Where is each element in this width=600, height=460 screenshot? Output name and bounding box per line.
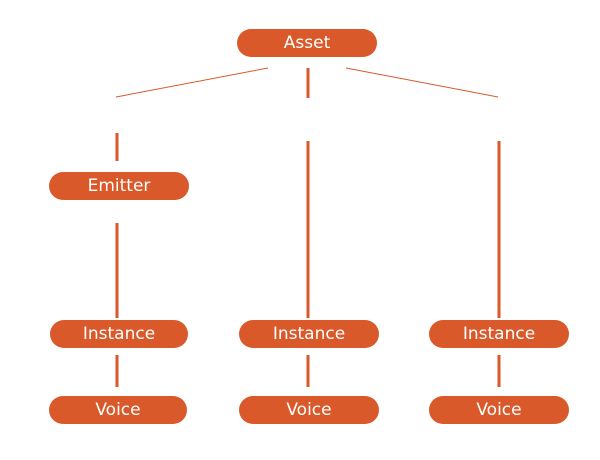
voice-node-2: Voice (239, 396, 379, 424)
hierarchy-diagram: Asset Emitter Instance Instance Instance… (0, 0, 600, 460)
instance-node-1: Instance (50, 320, 188, 348)
connector-asset-left (115, 67, 269, 98)
voice-node-3: Voice (429, 396, 569, 424)
connector-asset-right (345, 67, 499, 98)
instance-node-2: Instance (239, 320, 379, 348)
emitter-node: Emitter (49, 172, 189, 200)
voice-node-1: Voice (49, 396, 187, 424)
connector-lines (115, 67, 501, 387)
instance-node-3: Instance (429, 320, 569, 348)
asset-node: Asset (237, 29, 377, 57)
